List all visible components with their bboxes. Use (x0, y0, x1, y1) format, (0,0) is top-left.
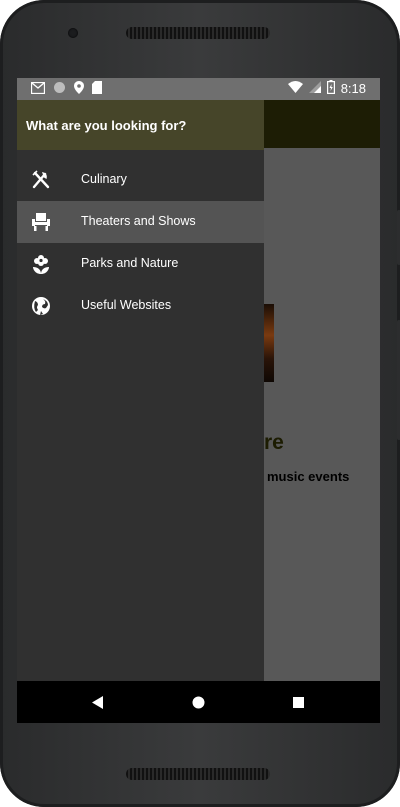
fork-knife-icon (31, 170, 51, 190)
content-description: music events (267, 469, 350, 484)
phone-frame: 8:18 re music events What are you lookin… (0, 0, 400, 807)
gmail-icon (30, 81, 46, 99)
event-image (264, 304, 274, 382)
back-icon (92, 695, 103, 709)
home-button[interactable] (190, 694, 206, 710)
drawer-title: What are you looking for? (26, 118, 187, 133)
battery-icon (326, 80, 335, 97)
seat-icon (31, 212, 51, 232)
sd-card-icon (92, 81, 102, 99)
front-camera (68, 28, 78, 38)
globe-icon (31, 296, 51, 316)
menu-item-label: Parks and Nature (81, 256, 179, 270)
navigation-drawer: What are you looking for? Culinary Theat… (17, 100, 264, 681)
back-button[interactable] (90, 694, 106, 710)
status-bar: 8:18 (17, 78, 380, 100)
status-time: 8:18 (340, 81, 366, 96)
bottom-speaker (126, 768, 270, 780)
sync-icon (53, 81, 66, 99)
home-icon (192, 696, 204, 708)
wifi-icon (287, 81, 303, 96)
recents-button[interactable] (290, 694, 306, 710)
navigation-bar (17, 681, 380, 723)
signal-icon (308, 81, 321, 96)
menu-item-culinary[interactable]: Culinary (17, 159, 264, 201)
menu-item-label: Culinary (81, 172, 127, 186)
app-toolbar (264, 100, 380, 148)
content-title: re (264, 431, 284, 454)
menu-item-label: Useful Websites (81, 298, 172, 312)
flower-icon (31, 254, 51, 274)
earpiece-speaker (126, 27, 270, 39)
location-icon (74, 81, 84, 99)
menu-item-label: Theaters and Shows (81, 214, 196, 228)
recents-icon (292, 696, 304, 708)
menu-item-theaters-and-shows[interactable]: Theaters and Shows (17, 201, 264, 243)
screen: 8:18 re music events What are you lookin… (17, 78, 380, 723)
menu-item-parks-and-nature[interactable]: Parks and Nature (17, 243, 264, 285)
drawer-header: What are you looking for? (17, 100, 264, 150)
menu-item-useful-websites[interactable]: Useful Websites (17, 285, 264, 327)
